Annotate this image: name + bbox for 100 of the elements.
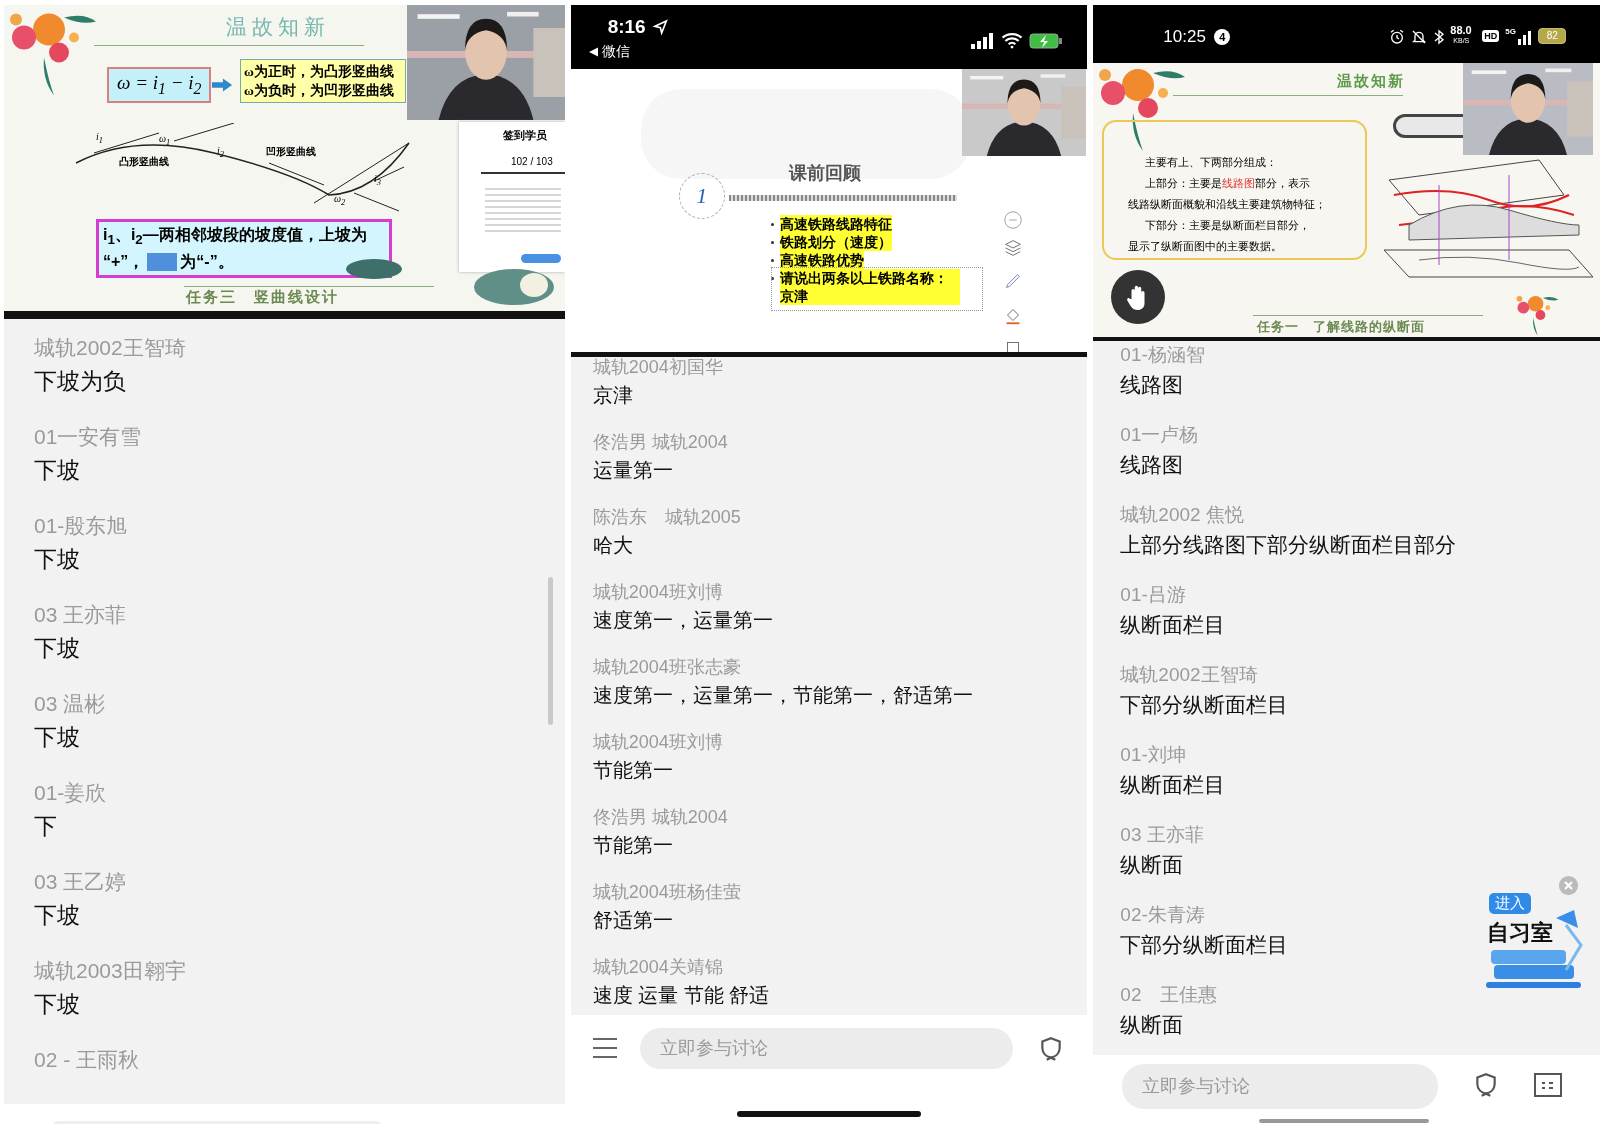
- alarm-icon: [1389, 29, 1406, 45]
- sender-name: 03 王亦菲: [34, 602, 127, 628]
- notification-badge: 4: [1214, 29, 1231, 45]
- message-text: 纵断面栏目: [1120, 772, 1226, 798]
- wifi-icon: [1000, 32, 1023, 49]
- sender-name: 城轨2004初国华: [592, 357, 723, 379]
- message-text: 上部分线路图下部分纵断面栏目部分: [1120, 532, 1457, 558]
- sender-name: 佟浩男 城轨2004: [592, 806, 728, 829]
- rule-text: ω为正时，为凸形竖曲线: [244, 63, 395, 81]
- bell-off-icon: [1411, 29, 1428, 45]
- sender-name: 01-殷东旭: [34, 513, 128, 539]
- sender-name: 03 王乙婷: [34, 869, 127, 895]
- message-text: 节能第一: [592, 833, 673, 858]
- sender-name: 城轨2004班刘博: [592, 581, 723, 604]
- sender-name: 城轨2004关靖锦: [592, 956, 723, 979]
- curve-symbol: i$_{1}$: [96, 131, 103, 145]
- bullet-icon: [770, 277, 774, 280]
- status-time: 10:25: [1163, 27, 1206, 47]
- hd-indicator: HD: [1482, 30, 1500, 42]
- note-text: 为“-”。: [180, 252, 234, 273]
- curve-symbol: ω$_{2}$: [334, 193, 346, 207]
- sender-name: 03 温彬: [34, 691, 106, 717]
- action-button[interactable]: [521, 254, 561, 263]
- bullet-icon: [770, 223, 774, 226]
- curve-label: 凹形竖曲线: [266, 145, 316, 159]
- message-text: 下坡: [34, 901, 80, 930]
- bullet-text: 高速铁路线路特征: [779, 215, 892, 233]
- curve-symbol: i$_{3}$: [374, 173, 381, 187]
- sender-name: 02 - 王雨秋: [34, 1047, 140, 1073]
- sender-name: 01-吕游: [1120, 583, 1186, 607]
- sender-name: 城轨2003田翱宇: [34, 958, 186, 984]
- message-text: 下坡: [34, 990, 80, 1019]
- curve-symbol: i$_{2}$: [217, 145, 224, 159]
- location-icon: [652, 19, 669, 35]
- widget-label[interactable]: 自习室: [1487, 918, 1554, 948]
- battery-icon: [1028, 33, 1063, 49]
- slide-text-line: 上部分：主要是线路图部分，表示: [1144, 176, 1312, 191]
- message-text: 速度第一，运量第一: [592, 608, 773, 633]
- message-text: 节能第一: [592, 758, 673, 783]
- card-icon[interactable]: [1534, 1073, 1563, 1097]
- selection-frame[interactable]: [770, 267, 983, 311]
- message-text: 下坡: [34, 545, 80, 574]
- sender-name: 01-姜欣: [34, 780, 107, 806]
- back-link[interactable]: 微信: [601, 43, 630, 61]
- message-text: 下坡: [34, 634, 80, 663]
- bullet-text: 高速铁路优势: [779, 251, 864, 269]
- message-text: 下部分纵断面栏目: [1120, 932, 1289, 958]
- sender-name: 城轨2002王智琦: [1120, 663, 1258, 687]
- sender-name: 城轨2004班杨佳萤: [592, 881, 741, 904]
- network-type: 5G: [1505, 27, 1516, 36]
- slide-footer: 任务一 了解线路的纵断面: [1257, 318, 1426, 336]
- sender-name: 01一卢杨: [1120, 423, 1199, 447]
- rule-text: ω为负时，为凹形竖曲线: [244, 82, 395, 100]
- formula: ω = i$_{1}$ − i$_{2}$: [107, 67, 212, 103]
- slide-text-line: 下部分：主要是纵断面栏目部分，: [1144, 218, 1312, 233]
- message-text: 下坡: [34, 723, 80, 752]
- slide-footer: 任务三 竖曲线设计: [186, 288, 339, 307]
- back-icon: [588, 47, 598, 57]
- bluetooth-icon: [1433, 28, 1446, 46]
- curve-symbol: ω$_{1}$: [159, 133, 171, 147]
- sender-name: 03 王亦菲: [1120, 823, 1204, 847]
- slide-title: 温故知新: [1337, 72, 1406, 91]
- slide-text-line: 线路纵断面概貌和沿线主要建筑物特征；: [1128, 197, 1328, 212]
- badge-tag[interactable]: 进入: [1489, 893, 1532, 914]
- sender-name: 02 王佳惠: [1120, 983, 1218, 1007]
- sender-name: 01-刘坤: [1120, 743, 1186, 767]
- slide-title: 课前回顾: [788, 162, 861, 185]
- message-text: 下: [34, 812, 57, 841]
- menu-icon[interactable]: [592, 1037, 617, 1059]
- bullet-text: 请说出两条以上铁路名称：京津: [779, 269, 960, 305]
- message-text: 京津: [592, 383, 633, 408]
- sender-name: 城轨2004班刘博: [592, 731, 723, 754]
- note-text: i$_{1}$、i$_{2}$—两相邻坡段的坡度值，上坡为: [103, 225, 367, 250]
- raise-hand-button[interactable]: [1111, 270, 1166, 324]
- redaction-mark: [147, 253, 178, 272]
- slide-text-line: 显示了纵断面图中的主要数据。: [1128, 239, 1284, 254]
- note-text: “+”，: [103, 252, 145, 273]
- sender-name: 陈浩东 城轨2005: [592, 506, 741, 529]
- input-field[interactable]: 立即参与讨论: [639, 1028, 1013, 1069]
- status-time: 8:16: [607, 16, 646, 38]
- message-text: 速度第一，运量第一，节能第一，舒适第一: [592, 683, 973, 708]
- curve-label: 凸形竖曲线: [119, 155, 169, 169]
- message-text: 运量第一: [592, 458, 673, 483]
- message-text: 下坡为负: [34, 367, 126, 396]
- message-text: 纵断面: [1120, 852, 1184, 878]
- battery-level: 82: [1538, 28, 1567, 44]
- sender-name: 01-杨涵智: [1120, 343, 1205, 367]
- message-text: 纵断面: [1120, 1012, 1184, 1038]
- message-text: 下部分纵断面栏目: [1120, 692, 1289, 718]
- slide-title: 温故知新: [226, 14, 330, 41]
- input-field[interactable]: 立即参与讨论: [1122, 1064, 1439, 1109]
- sender-name: 城轨2002 焦悦: [1120, 503, 1244, 527]
- message-text: 纵断面栏目: [1120, 612, 1226, 638]
- slide-text-line: 主要有上、下两部分组成：: [1144, 155, 1279, 170]
- sender-name: 城轨2002王智琦: [34, 335, 186, 361]
- sender-name: 02-朱青涛: [1120, 903, 1205, 927]
- signal-icon: [970, 33, 993, 49]
- message-text: 舒适第一: [592, 908, 673, 933]
- message-text: 速度 运量 节能 舒适: [592, 983, 770, 1008]
- message-text: 下坡: [34, 456, 80, 485]
